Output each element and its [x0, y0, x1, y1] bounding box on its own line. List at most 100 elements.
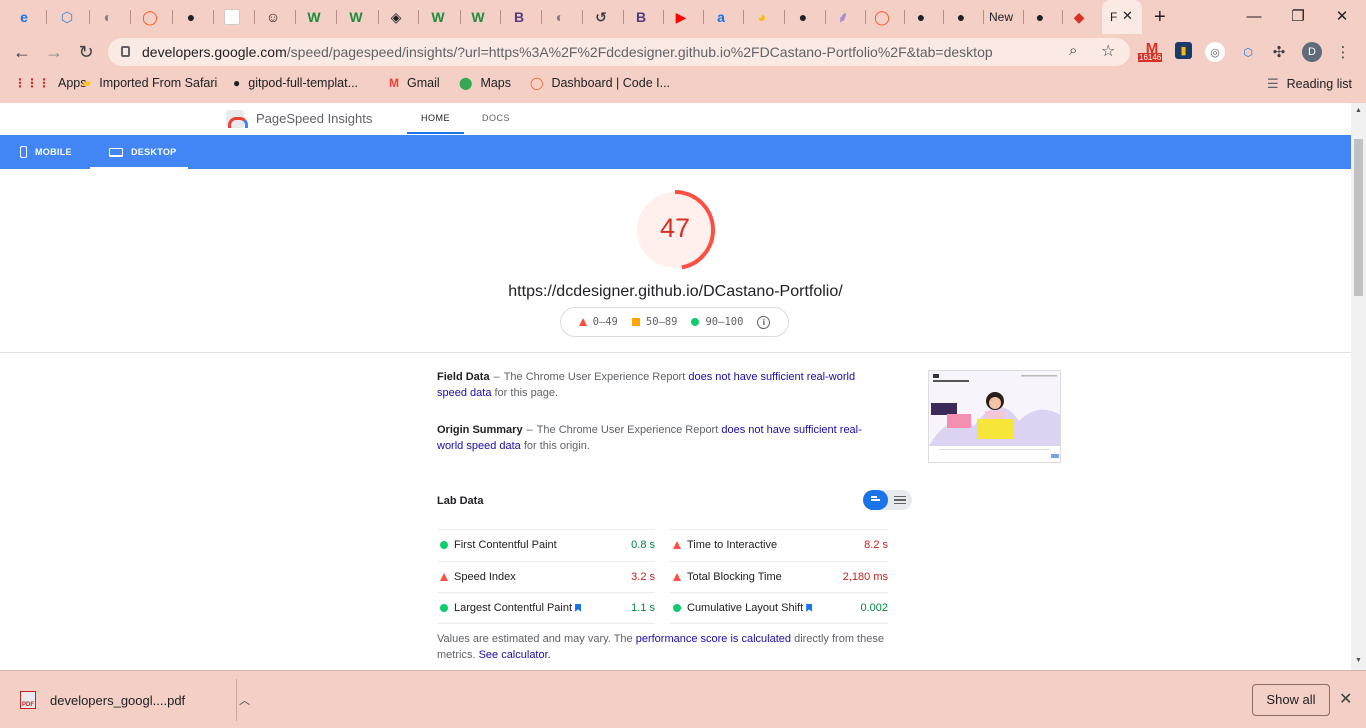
w-green-icon: W — [471, 9, 485, 25]
pass-circle-icon — [673, 603, 687, 612]
close-window-button[interactable]: ✕ — [1331, 6, 1353, 28]
tab-separator — [460, 10, 461, 24]
bookmark-item[interactable]: M Gmail — [389, 76, 440, 90]
browser-tab[interactable]: W — [467, 6, 501, 28]
bookmark-item[interactable]: ● gitpod-full-templat... — [233, 76, 358, 90]
bookmark-star-icon[interactable]: ☆ — [1101, 41, 1115, 61]
browser-tab[interactable]: ◯ — [871, 6, 905, 28]
chevron-up-icon[interactable]: ︿ — [239, 692, 250, 708]
zoom-search-icon[interactable]: ⌕ — [1069, 42, 1077, 59]
browser-chrome: F ✕ + — ❐ ✕ e ⬡ ◐ ◯ ● ☺ W W ◈ W W B ◐ ↺ B ▶ a ◕ ● ⸙ ◯ ● ● New ● ◆… — [0, 0, 1366, 103]
browser-tab[interactable]: ▶ — [670, 6, 704, 28]
browser-tab[interactable]: W — [303, 6, 337, 28]
downloads-divider — [236, 679, 237, 721]
average-square-icon — [631, 318, 640, 326]
apps-grid-icon: ⋮⋮⋮ — [14, 76, 50, 90]
browser-tab[interactable]: ● — [1029, 6, 1063, 28]
tab-separator — [213, 10, 214, 24]
browser-tab[interactable]: ● — [950, 6, 984, 28]
minimize-button[interactable]: — — [1243, 6, 1265, 28]
tab-separator — [825, 10, 826, 24]
browser-tab[interactable]: ⬡ — [56, 6, 90, 28]
browser-tab[interactable]: e — [13, 6, 47, 28]
reading-list[interactable]: ☰ Reading list — [1267, 76, 1352, 92]
new-tab-button[interactable]: + — [1154, 6, 1166, 29]
scrollbar-thumb[interactable] — [1354, 139, 1363, 296]
browser-tab[interactable]: ◈ — [385, 6, 419, 28]
brand-title[interactable]: PageSpeed Insights — [256, 111, 372, 126]
toggle-summary-view[interactable] — [863, 490, 888, 510]
browser-tab[interactable]: W — [345, 6, 379, 28]
tab-separator — [500, 10, 501, 24]
page-scrollbar[interactable]: ▲ ▼ — [1351, 103, 1366, 670]
forward-button[interactable]: → — [42, 40, 66, 64]
browser-tab[interactable]: ◆ — [1068, 6, 1090, 28]
see-calculator-link[interactable]: See calculator. — [479, 649, 551, 661]
nav-docs[interactable]: DOCS — [482, 113, 510, 123]
tab-separator — [865, 10, 866, 24]
active-tab[interactable]: F ✕ — [1102, 0, 1142, 34]
close-tab-icon[interactable]: ✕ — [1122, 8, 1133, 24]
metrics-view-toggle[interactable] — [863, 490, 912, 510]
browser-tab[interactable] — [221, 6, 255, 28]
bookmark-label: gitpod-full-templat... — [248, 76, 359, 90]
metric-name-cell: Largest Contentful Paint — [454, 602, 631, 614]
address-bar[interactable]: developers.google.com/speed/pagespeed/in… — [108, 38, 1130, 66]
info-icon[interactable]: i — [757, 315, 771, 329]
hex-blue-icon: ⬡ — [60, 8, 74, 25]
show-all-button[interactable]: Show all — [1252, 684, 1330, 716]
browser-tab[interactable]: B — [630, 6, 664, 28]
browser-tab[interactable]: ↺ — [590, 6, 624, 28]
nav-home[interactable]: HOME — [421, 113, 450, 123]
performance-score: 47 — [659, 213, 691, 243]
bookmark-item[interactable]: ▰ Imported From Safari — [82, 76, 217, 90]
toggle-list-view-icon[interactable] — [894, 496, 906, 504]
browser-tab[interactable]: B — [508, 6, 542, 28]
globe-icon: ◐ — [103, 9, 113, 25]
back-button[interactable]: ← — [10, 40, 34, 64]
browser-tab[interactable]: ◯ — [139, 6, 173, 28]
performance-score-link[interactable]: performance score is calculated — [636, 633, 791, 645]
extensions-puzzle-icon[interactable]: ✣ — [1269, 42, 1289, 62]
browser-tab[interactable]: ● — [180, 6, 214, 28]
a-blue-icon: a — [717, 9, 725, 25]
analytics-extension-icon[interactable]: ▮ — [1175, 42, 1192, 59]
profile-avatar[interactable]: D — [1302, 42, 1322, 62]
codepen-icon: ◈ — [390, 8, 402, 25]
browser-tab[interactable]: a — [710, 6, 744, 28]
bookmark-item[interactable]: ◯ Dashboard | Code I... — [530, 76, 670, 90]
maps-pin-icon: ⬤ — [459, 76, 473, 90]
scroll-up-icon[interactable]: ▲ — [1355, 107, 1362, 114]
pagespeed-logo-icon[interactable] — [226, 110, 248, 128]
scroll-down-icon[interactable]: ▼ — [1355, 657, 1362, 664]
browser-tab[interactable]: ◐ — [97, 6, 131, 28]
browser-tab[interactable]: W — [427, 6, 461, 28]
bookmark-item[interactable]: ⬤ Maps — [459, 76, 511, 90]
close-downloads-icon[interactable]: ✕ — [1339, 689, 1352, 709]
tab-desktop[interactable]: DESKTOP — [109, 135, 176, 169]
gmail-extension-icon[interactable]: M 16146 — [1138, 40, 1165, 62]
w-green-icon: W — [431, 9, 445, 25]
fail-triangle-icon — [578, 318, 587, 326]
fail-triangle-icon — [440, 572, 454, 581]
restore-button[interactable]: ❐ — [1287, 6, 1309, 28]
browser-tab[interactable]: ● — [792, 6, 826, 28]
pie-icon: ◕ — [757, 9, 767, 25]
browser-menu-icon[interactable]: ⋮ — [1333, 42, 1353, 62]
browser-tab[interactable]: ☺ — [262, 6, 296, 28]
downloads-bar: PDF developers_googl....pdf ︿ Show all ✕ — [0, 670, 1366, 728]
browser-tab[interactable]: ◕ — [751, 6, 785, 28]
github-icon: ● — [1035, 9, 1045, 25]
bookmark-item[interactable]: ⋮⋮⋮ Apps — [14, 76, 87, 90]
reload-button[interactable]: ↻ — [74, 40, 98, 64]
download-item[interactable]: PDF developers_googl....pdf ︿ — [20, 691, 250, 709]
tab-mobile[interactable]: MOBILE — [20, 135, 72, 169]
extension-circle-icon[interactable]: ◎ — [1205, 42, 1225, 62]
browser-tab[interactable]: New — [989, 6, 1024, 28]
browser-tab[interactable]: ⸙ — [832, 6, 866, 28]
browser-tab[interactable]: ◐ — [549, 6, 583, 28]
address-host: developers.google.com — [142, 44, 287, 60]
browser-tab[interactable]: ● — [910, 6, 944, 28]
extension-hex-icon[interactable]: ⬡ — [1238, 42, 1258, 62]
lock-icon[interactable] — [121, 46, 130, 57]
